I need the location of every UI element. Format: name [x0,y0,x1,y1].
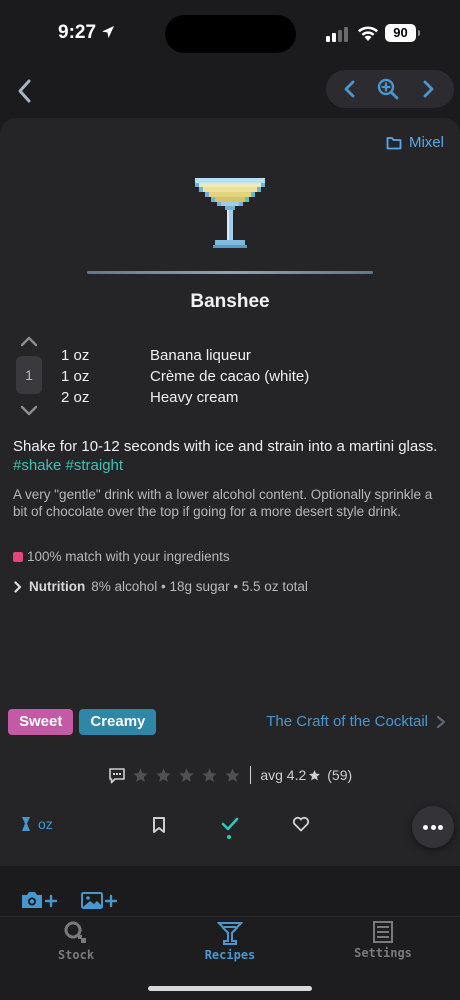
rating-star-icon[interactable] [155,767,172,784]
increase-chevron-icon[interactable] [19,334,39,348]
next-recipe-chevron-icon[interactable] [416,77,440,101]
top-navigation [0,62,460,118]
drink-title: Banshee [190,291,270,312]
status-time: 9:27 [58,22,97,43]
ingredient-row: 2 oz Heavy cream [61,389,309,410]
wifi-icon [358,26,378,41]
instruction-tags[interactable]: #shake #straight [13,457,123,474]
chevron-right-icon [14,580,22,593]
small-star-icon [309,769,321,780]
source-title: The Craft of the Cocktail [266,713,428,730]
more-dot [430,825,436,830]
add-image-icon[interactable] [80,890,118,910]
add-camera-photo-icon[interactable] [20,890,58,910]
rating-separator [249,766,252,784]
nutrition-toggle[interactable]: Nutrition 8% alcohol • 18g sugar • 5.5 o… [13,579,308,594]
instructions: Shake for 10-12 seconds with ice and str… [13,437,453,475]
serving-count: 1 [16,356,42,394]
tab-recipes[interactable]: Recipes [180,920,280,962]
rating-star-icon[interactable] [201,767,218,784]
back-chevron-icon[interactable] [12,76,38,106]
more-dot [438,825,443,830]
rating-star-icon[interactable] [178,767,195,784]
ingredient-amount: 1 oz [61,368,90,385]
unit-label: oz [38,816,53,832]
tab-settings[interactable]: Settings [333,920,433,960]
action-row: oz [0,808,460,844]
more-dot [423,825,428,830]
jigger-icon [22,817,30,831]
tab-bar: Stock Recipes Settings [0,916,460,1000]
photo-bar [0,866,460,916]
tab-label: Stock [57,948,95,962]
folder-label: Mixel [408,134,444,151]
instructions-text: Shake for 10-12 seconds with ice and str… [13,438,438,455]
serving-stepper: 1 [14,334,44,418]
list-icon [373,921,393,943]
tag-sweet[interactable]: Sweet [8,709,74,735]
battery-indicator: 90 [385,24,420,42]
bookmark-icon[interactable] [151,816,167,834]
dynamic-island [165,15,296,53]
folder-icon [386,136,402,149]
ingredient-name: Crème de cacao (white) [150,368,310,385]
match-indicator-square [13,551,23,562]
tab-label: Settings [354,946,412,960]
ingredient-name: Heavy cream [150,389,239,406]
martini-glass-icon [217,921,243,946]
rating-count: (59) [327,767,353,783]
heart-icon[interactable] [292,816,310,832]
decrease-chevron-icon[interactable] [19,404,39,418]
ingredient-list: 1 oz Banana liqueur 1 oz Crème de cacao … [61,347,309,410]
recipe-card: Mixel Banshee 1 1 oz Banana liqueur 1 oz… [0,118,460,866]
description: A very "gentle" drink with a lower alcoh… [13,487,433,519]
rating-star-icon[interactable] [224,767,241,784]
home-indicator [148,986,312,991]
folder-link[interactable]: Mixel [386,134,444,151]
checkmark-icon[interactable] [221,816,239,832]
more-options-button[interactable] [412,806,454,848]
match-text: 100% match with your ingredients [27,549,230,564]
ingredient-match: 100% match with your ingredients [13,549,230,564]
status-bar: 9:27 90 [0,0,460,62]
ingredient-row: 1 oz Banana liqueur [61,347,309,368]
ingredient-amount: 1 oz [61,347,90,364]
unit-toggle-button[interactable]: oz [20,816,53,832]
tag-creamy[interactable]: Creamy [79,709,157,735]
nutrition-label: Nutrition [29,579,86,594]
title-divider [87,271,373,274]
made-indicator-dot [227,835,231,839]
previous-recipe-chevron-icon[interactable] [338,77,362,101]
martini-glass-pixel-icon [195,178,265,248]
zoom-in-icon[interactable] [376,77,400,101]
magnifier-icon [64,921,86,943]
ingredient-name: Banana liqueur [150,347,251,364]
average-rating: avg 4.2 [260,767,307,783]
rating-star-icon[interactable] [132,767,149,784]
nutrition-values: 8% alcohol • 18g sugar • 5.5 oz total [91,579,308,594]
tab-stock[interactable]: Stock [26,920,126,962]
rating-row: avg 4.2 (59) [0,766,460,784]
flavor-tags: Sweet Creamy [8,709,157,735]
ingredient-amount: 2 oz [61,389,90,406]
chevron-right-icon [436,715,446,728]
recipe-pager [326,70,454,108]
ingredient-row: 1 oz Crème de cacao (white) [61,368,309,389]
location-arrow-icon [102,26,114,38]
source-link[interactable]: The Craft of the Cocktail [266,713,446,730]
tab-label: Recipes [204,948,256,962]
comment-icon[interactable] [108,767,126,784]
cellular-signal-icon [326,27,348,42]
